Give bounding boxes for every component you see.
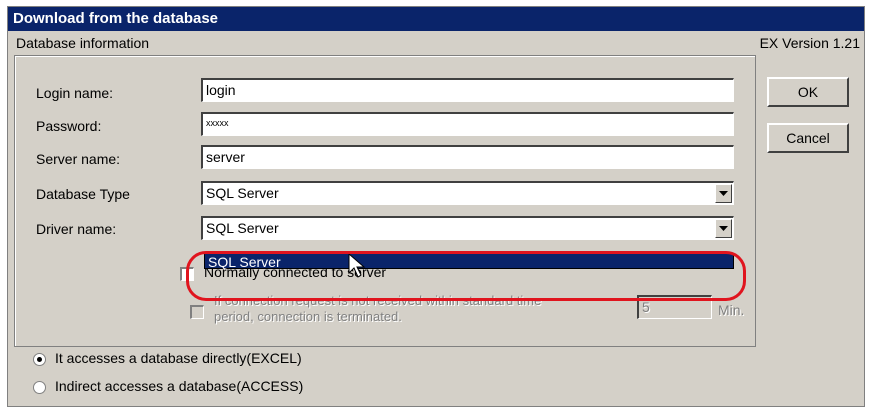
dbtype-dropdown-button[interactable]: [715, 184, 732, 203]
server-input[interactable]: server: [201, 145, 734, 169]
indirect-access-label: Indirect accesses a database(ACCESS): [55, 378, 304, 394]
chevron-down-icon: [719, 191, 728, 196]
dbtype-select[interactable]: SQL Server: [201, 181, 734, 205]
terminate-checkbox[interactable]: [190, 305, 204, 319]
ok-button[interactable]: OK: [767, 77, 849, 107]
driver-value: SQL Server: [206, 220, 279, 236]
radio-selected-dot: [37, 357, 42, 362]
dialog-title: Download from the database: [8, 7, 864, 31]
direct-access-radio[interactable]: [33, 353, 46, 366]
chevron-down-icon: [719, 226, 728, 231]
direct-access-label: It accesses a database directly(EXCEL): [55, 350, 302, 366]
terminate-label-line1: If connection request is not received wi…: [214, 293, 542, 308]
terminate-label: If connection request is not received wi…: [214, 293, 541, 325]
driver-label: Driver name:: [36, 221, 117, 237]
driver-select[interactable]: SQL Server: [201, 216, 734, 240]
download-dialog: Download from the database Database info…: [7, 6, 865, 407]
dbtype-label: Database Type: [36, 186, 130, 202]
terminate-label-line2: period, connection is terminated.: [214, 309, 402, 324]
driver-dropdown-button[interactable]: [715, 219, 732, 238]
driver-dropdown-option[interactable]: SQL Server: [204, 253, 734, 270]
server-label: Server name:: [36, 151, 121, 167]
login-label: Login name:: [36, 85, 114, 101]
password-label: Password:: [36, 118, 102, 134]
login-input[interactable]: login: [201, 78, 734, 102]
cancel-button[interactable]: Cancel: [767, 123, 849, 153]
normally-connected-checkbox[interactable]: [180, 267, 194, 281]
password-input[interactable]: xxxxx: [201, 112, 734, 136]
mouse-cursor-icon: [348, 253, 366, 278]
indirect-access-radio[interactable]: [33, 381, 46, 394]
dbtype-value: SQL Server: [206, 185, 279, 201]
minutes-input[interactable]: 5: [637, 295, 712, 319]
version-label: EX Version 1.21: [759, 35, 860, 51]
group-label: Database information: [16, 35, 150, 51]
minutes-unit: Min.: [718, 302, 745, 318]
